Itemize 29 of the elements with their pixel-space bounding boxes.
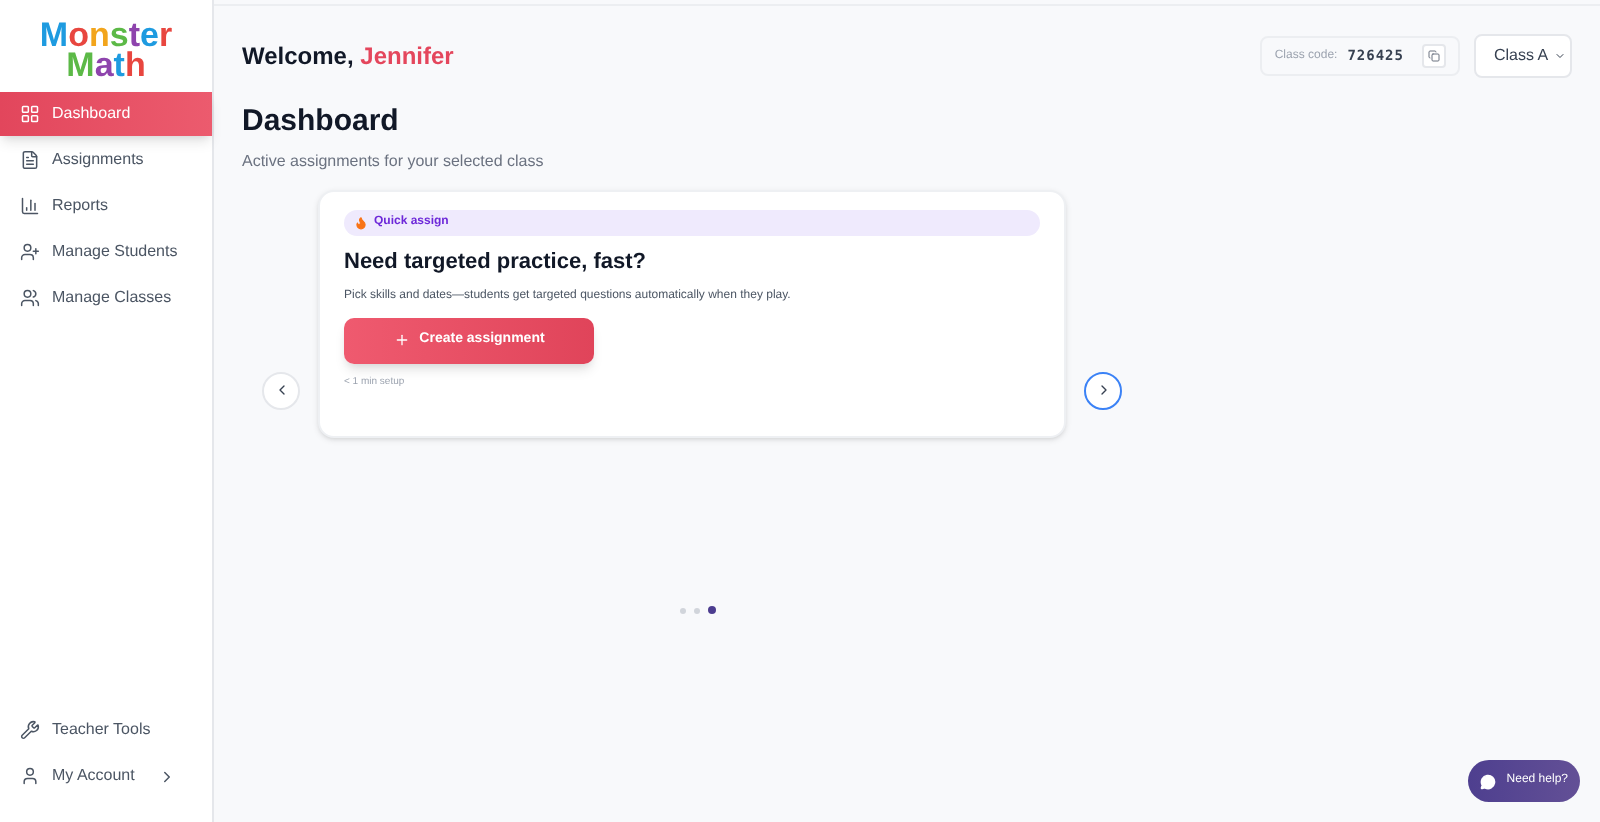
copy-icon xyxy=(1428,50,1440,62)
wrench-icon xyxy=(20,720,40,740)
card-title: Need targeted practice, fast? xyxy=(344,248,648,278)
sidebar-item[interactable]: Manage Students xyxy=(0,230,212,274)
grid-icon xyxy=(20,104,40,124)
sidebar-item[interactable]: Reports xyxy=(0,184,212,228)
copy-button[interactable] xyxy=(1422,44,1446,68)
flame-icon xyxy=(354,216,368,230)
users-icon xyxy=(20,288,40,308)
sidebar-item[interactable]: Dashboard xyxy=(0,92,212,136)
user-icon xyxy=(20,766,40,786)
sidebar-item[interactable]: My Account xyxy=(0,754,212,798)
plus-icon xyxy=(393,332,410,348)
previous-button[interactable] xyxy=(262,371,300,409)
class-select[interactable]: Class A xyxy=(1474,34,1572,78)
sidebar-item[interactable]: Manage Classes xyxy=(0,276,212,320)
sidebar-item[interactable]: Teacher Tools xyxy=(0,708,212,752)
logo-text: Monster xyxy=(39,20,173,50)
sidebar-item[interactable]: Assignments xyxy=(0,138,212,182)
welcome-heading: Welcome, Jennifer xyxy=(242,40,454,74)
chevron-down-icon xyxy=(1554,50,1566,62)
next-button[interactable] xyxy=(1084,371,1122,409)
logo-text: Math xyxy=(66,50,146,80)
user-plus-icon xyxy=(20,242,40,262)
document-icon xyxy=(20,150,40,170)
page-title: Dashboard xyxy=(242,102,401,142)
bar-chart-icon xyxy=(20,196,40,216)
page-subtitle: Active assignments for your selected class xyxy=(242,150,546,174)
chat-icon xyxy=(1480,773,1497,789)
